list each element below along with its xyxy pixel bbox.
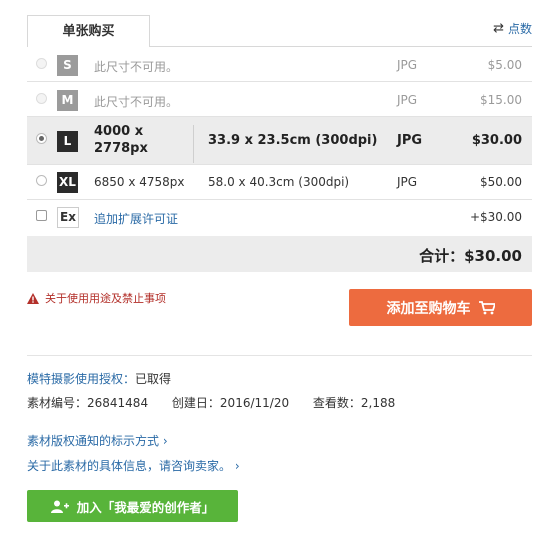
cart-icon	[478, 300, 495, 314]
size-format: JPG	[397, 175, 418, 189]
size-radio-m	[36, 93, 47, 104]
size-row-s[interactable]: S 此尺寸不可用。 JPG $5.00	[27, 47, 532, 82]
size-pixels: 6850 x 4758px	[94, 175, 185, 189]
size-row-xl[interactable]: XL 6850 x 4758px 58.0 x 40.3cm (300dpi) …	[27, 165, 532, 200]
add-to-cart-label: 添加至购物车	[386, 300, 471, 317]
total-amount: 合计：$30.00	[419, 247, 522, 265]
add-to-cart-button[interactable]: 添加至购物车	[349, 289, 532, 326]
size-unavailable-text: 此尺寸不可用。	[94, 60, 179, 74]
model-release-value: 已取得	[135, 372, 172, 386]
size-badge-l: L	[57, 131, 78, 152]
material-meta: 素材编号：26841484 创建日：2016/11/20 查看数：2,188	[27, 394, 415, 411]
tab-single-purchase[interactable]: 单张购买	[27, 15, 150, 47]
add-favorite-creator-label: 加入「我最爱的创作者」	[76, 499, 215, 515]
size-price: $30.00	[471, 133, 522, 148]
warning-icon	[27, 292, 39, 304]
model-release-label[interactable]: 模特摄影使用授权：	[27, 372, 135, 386]
total-bar: 合计：$30.00	[27, 236, 532, 272]
size-cm: 58.0 x 40.3cm (300dpi)	[208, 175, 350, 189]
points-label[interactable]: 点数	[508, 20, 532, 37]
swap-arrows-icon: ⇄	[493, 21, 504, 36]
points-link[interactable]: ⇄ 点数	[493, 20, 532, 37]
size-format: JPG	[397, 133, 423, 148]
section-divider	[27, 355, 532, 356]
size-badge-m: M	[57, 90, 78, 111]
size-badge-ex: Ex	[57, 207, 79, 228]
extended-license-link[interactable]: 追加扩展许可证	[94, 210, 178, 227]
size-price: $50.00	[480, 175, 522, 189]
size-cm: 33.9 x 23.5cm (300dpi)	[208, 133, 378, 148]
model-release-info: 模特摄影使用授权：已取得	[27, 370, 171, 387]
extended-license-row[interactable]: Ex 追加扩展许可证 +$30.00	[27, 200, 532, 236]
size-pixels-line1: 4000 x	[94, 124, 144, 139]
copyright-notice-link[interactable]: 素材版权通知的标示方式 ›	[27, 432, 168, 449]
size-badge-s: S	[57, 55, 78, 76]
contact-seller-link[interactable]: 关于此素材的具体信息，请咨询卖家。 ›	[27, 457, 240, 474]
size-radio-xl[interactable]	[36, 175, 47, 186]
size-price: $15.00	[480, 93, 522, 107]
usage-warning-text[interactable]: 关于使用用途及禁止事项	[45, 290, 166, 306]
material-number: 素材编号：26841484	[27, 396, 149, 410]
size-radio-l[interactable]	[36, 133, 47, 144]
extended-license-checkbox[interactable]	[36, 210, 47, 221]
size-format: JPG	[397, 58, 418, 72]
view-count: 查看数：2,188	[312, 396, 396, 410]
size-row-l[interactable]: L 4000 x 2778px 33.9 x 23.5cm (300dpi) J…	[27, 117, 532, 165]
size-badge-xl: XL	[57, 172, 78, 193]
usage-warning-link[interactable]: 关于使用用途及禁止事项	[27, 290, 166, 306]
size-radio-s	[36, 58, 47, 69]
add-user-icon	[50, 500, 69, 513]
column-divider	[193, 125, 194, 163]
extended-license-price: +$30.00	[469, 210, 522, 224]
add-favorite-creator-button[interactable]: 加入「我最爱的创作者」	[27, 490, 238, 522]
size-format: JPG	[397, 93, 418, 107]
size-pixels-line2: 2778px	[94, 141, 148, 156]
size-row-m[interactable]: M 此尺寸不可用。 JPG $15.00	[27, 82, 532, 117]
created-date: 创建日：2016/11/20	[171, 396, 290, 410]
size-price: $5.00	[487, 58, 522, 72]
size-unavailable-text: 此尺寸不可用。	[94, 95, 179, 109]
